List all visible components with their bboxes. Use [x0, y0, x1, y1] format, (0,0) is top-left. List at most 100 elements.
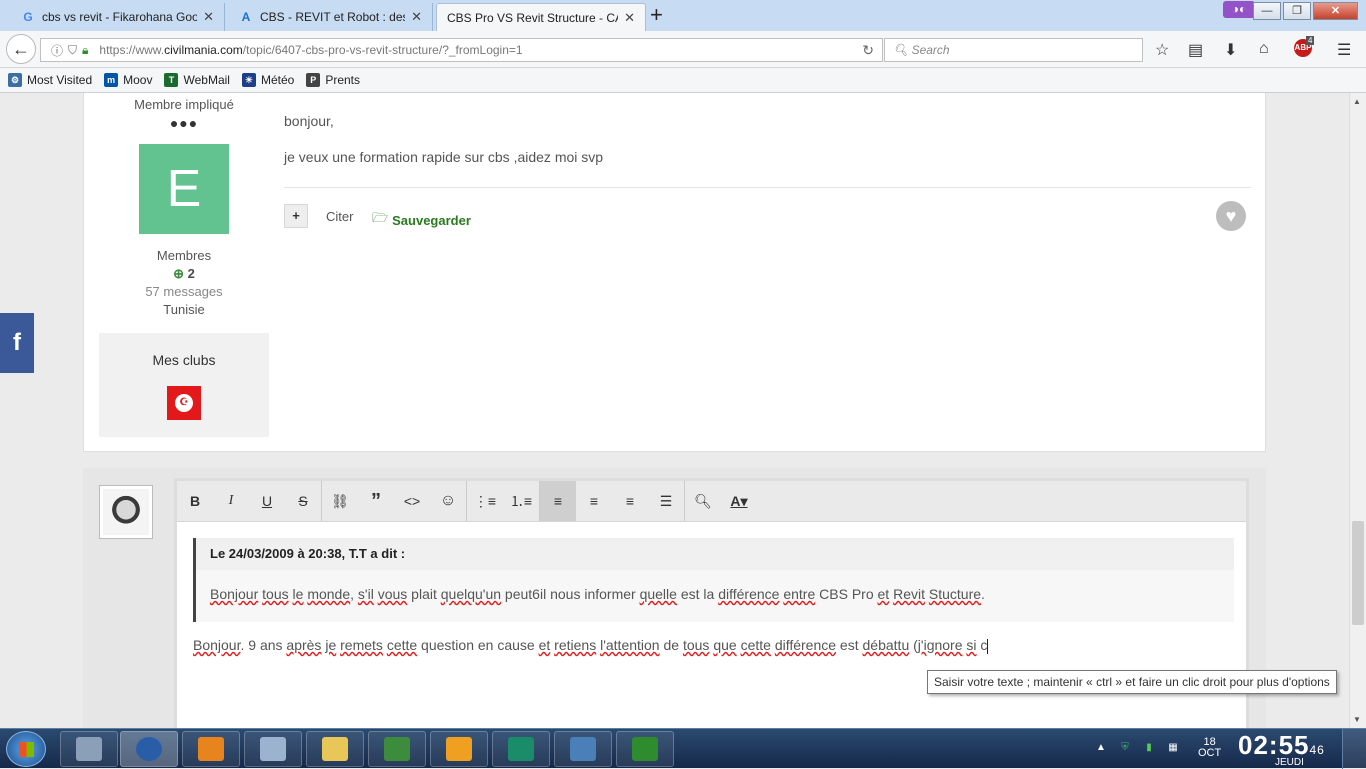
bookmark-label: Moov: [123, 73, 153, 87]
folder-open-icon: 🗁: [372, 210, 389, 225]
taskbar-app-firefox[interactable]: [120, 731, 178, 767]
strikethrough-button[interactable]: S: [285, 481, 321, 521]
link-icon[interactable]: ⛓: [322, 481, 358, 521]
code-icon[interactable]: <>: [394, 481, 430, 521]
tunisia-flag-icon[interactable]: ☪: [167, 386, 201, 420]
close-icon[interactable]: ✕: [203, 9, 214, 25]
forum-post: Membre impliqué ●●● E Membres ⊕ 2 57 mes…: [83, 93, 1266, 452]
misspelled-word: et: [877, 586, 890, 602]
quote-link[interactable]: Citer: [326, 209, 353, 224]
battery-icon[interactable]: ▮: [1142, 741, 1156, 755]
avatar[interactable]: [99, 485, 153, 539]
align-left-icon[interactable]: ≡: [540, 481, 576, 521]
close-icon[interactable]: ✕: [411, 9, 422, 25]
bold-button[interactable]: B: [177, 481, 213, 521]
misspelled-word: cette: [740, 637, 771, 653]
taskbar-app-calculator[interactable]: [60, 731, 118, 767]
minimize-button[interactable]: —: [1253, 2, 1281, 20]
autodesk-icon: A: [241, 10, 251, 24]
bookmark-meteo[interactable]: ☀ Météo: [241, 73, 295, 87]
align-justify-icon[interactable]: ☰: [648, 481, 684, 521]
text-fragment: (: [909, 637, 918, 653]
multiquote-plus-button[interactable]: +: [284, 204, 308, 228]
reading-list-icon[interactable]: ▤: [1188, 40, 1203, 60]
close-window-button[interactable]: ✕: [1313, 2, 1358, 20]
align-center-icon[interactable]: ≡: [576, 481, 612, 521]
date[interactable]: 18 OCT: [1198, 737, 1221, 759]
align-right-icon[interactable]: ≡: [612, 481, 648, 521]
bookmarks-bar: ⚙ Most Visited m Moov T WebMail ☀ Météo P Pre…: [0, 68, 1366, 93]
numbered-list-icon[interactable]: ⒈≡: [503, 481, 539, 521]
menu-icon[interactable]: ☰: [1337, 40, 1351, 60]
taskbar-app-fichier[interactable]: [616, 731, 674, 767]
taskbar-app-usb[interactable]: [244, 731, 302, 767]
back-button[interactable]: ←: [6, 34, 36, 64]
page-scrollbar[interactable]: ▲ ▼: [1349, 93, 1366, 728]
quote-icon[interactable]: ”: [358, 481, 394, 521]
italic-button[interactable]: I: [213, 481, 249, 521]
tab-autodesk[interactable]: A CBS - REVIT et Robot : descen ✕: [228, 3, 433, 31]
scroll-down-icon[interactable]: ▼: [1353, 715, 1361, 724]
editor-toolbar: B I U S ⛓ ” <> ☺ ⋮≡ ⒈≡ ≡ ≡ ≡ ☰ 🔍︎ A▾: [177, 481, 1246, 522]
emoji-icon[interactable]: ☺: [430, 481, 466, 521]
revit-icon: [508, 737, 534, 761]
taskbar-app-media-player[interactable]: [182, 731, 240, 767]
avatar[interactable]: E: [139, 144, 229, 234]
tab-civilmania[interactable]: CBS Pro VS Revit Structure - CAO ✕: [436, 3, 646, 31]
scroll-up-icon[interactable]: ▲: [1353, 97, 1361, 106]
bookmark-most-visited[interactable]: ⚙ Most Visited: [8, 73, 92, 87]
quote-header: Le 24/03/2009 à 20:38, T.T a dit :: [196, 538, 1234, 570]
taskbar-app-explorer[interactable]: [306, 731, 364, 767]
reputation-value: 2: [187, 266, 195, 281]
bookmark-star-icon[interactable]: ☆: [1155, 40, 1169, 60]
avatar-photo: [103, 489, 149, 535]
new-tab-button[interactable]: +: [650, 4, 663, 26]
maximize-button[interactable]: ❐: [1283, 2, 1311, 20]
taskbar-app-network[interactable]: [554, 731, 612, 767]
show-desktop-button[interactable]: [1342, 729, 1366, 769]
heart-icon[interactable]: ♥: [1216, 201, 1246, 231]
misspelled-word: je: [325, 637, 337, 653]
tab-google[interactable]: G cbs vs revit - Fikarohana Goo ✕: [10, 3, 225, 31]
bookmark-webmail[interactable]: T WebMail: [164, 73, 230, 87]
font-color-icon[interactable]: A▾: [721, 481, 757, 521]
facebook-share-button[interactable]: f: [0, 313, 34, 373]
reply-text[interactable]: Bonjour. 9 ans après je remets cette que…: [193, 637, 989, 654]
url-text[interactable]: https://www.civilmania.com/topic/6407-cb…: [99, 43, 522, 57]
misspelled-word: différence: [774, 637, 837, 653]
misspelled-word: remets: [340, 637, 383, 653]
save-link[interactable]: 🗁 Sauvegarder: [372, 209, 471, 231]
taskbar-app-cbs[interactable]: [430, 731, 488, 767]
lock-icon[interactable]: 🔒︎: [82, 43, 88, 58]
bullet-list-icon[interactable]: ⋮≡: [467, 481, 503, 521]
most-visited-icon: ⚙: [8, 73, 22, 87]
underline-button[interactable]: U: [249, 481, 285, 521]
tray-expand-icon[interactable]: ▲: [1094, 741, 1108, 755]
url-bar[interactable]: ⓘ ⛉ 🔒︎ https://www.civilmania.com/topic/…: [40, 38, 883, 62]
bookmark-moov[interactable]: m Moov: [104, 73, 152, 87]
shield-icon[interactable]: ⛨: [1118, 741, 1132, 755]
preview-icon[interactable]: 🔍︎: [685, 481, 721, 521]
text-fragment: ,: [350, 586, 358, 602]
quoted-message: Le 24/03/2009 à 20:38, T.T a dit : Bonjo…: [193, 538, 1234, 622]
taskbar-app-task-manager[interactable]: [368, 731, 426, 767]
close-icon[interactable]: ✕: [624, 10, 635, 26]
taskbar-app-revit[interactable]: [492, 731, 550, 767]
start-button[interactable]: [6, 731, 46, 767]
bookmark-label: Prents: [325, 73, 360, 87]
prents-icon: P: [306, 73, 321, 87]
misspelled-word: quelqu'un: [440, 586, 502, 602]
download-icon[interactable]: ⬇: [1224, 40, 1237, 60]
reload-icon[interactable]: ↻: [862, 42, 874, 59]
url-domain: civilmania.com: [164, 43, 243, 57]
info-icon[interactable]: ⓘ: [51, 42, 63, 59]
shield-icon[interactable]: ⛉: [68, 43, 77, 58]
bookmark-label: Météo: [260, 73, 295, 87]
date-month: OCT: [1198, 747, 1222, 759]
network-tray-icon[interactable]: ▦: [1166, 741, 1180, 755]
scroll-thumb[interactable]: [1352, 521, 1364, 625]
home-icon[interactable]: ⌂: [1259, 40, 1269, 58]
page-viewport: Membre impliqué ●●● E Membres ⊕ 2 57 mes…: [0, 93, 1349, 728]
bookmark-prents[interactable]: P Prents: [306, 73, 360, 87]
search-input[interactable]: 🔍︎ Search: [884, 38, 1143, 62]
